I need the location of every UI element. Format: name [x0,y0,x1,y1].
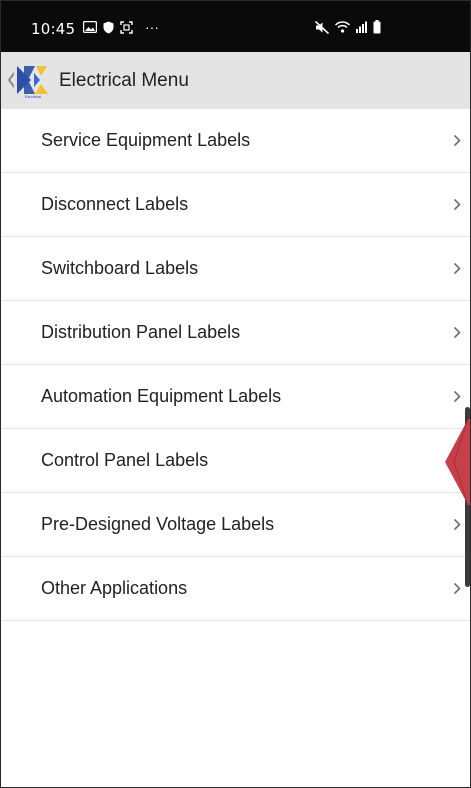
chevron-right-icon [453,198,461,211]
menu-item-pre-designed-voltage-labels[interactable]: Pre-Designed Voltage Labels [1,493,470,557]
menu-item-other-applications[interactable]: Other Applications [1,557,470,621]
logo-caption: Electrical [25,94,41,99]
gallery-icon [83,21,97,33]
menu-item-control-panel-labels[interactable]: Control Panel Labels [1,429,470,493]
menu-item-label: Control Panel Labels [41,450,209,470]
screenshot-icon [120,20,133,34]
menu-item-label: Other Applications [41,578,188,598]
chevron-right-icon [453,518,461,531]
menu-item-automation-equipment-labels[interactable]: Automation Equipment Labels [1,365,470,429]
chevron-right-icon [453,582,461,595]
menu-item-service-equipment-labels[interactable]: Service Equipment Labels [1,109,470,173]
battery-icon [373,20,381,34]
chevron-right-icon [453,262,461,275]
chevron-right-icon [453,134,461,147]
menu-item-label: Distribution Panel Labels [41,322,241,342]
app-bar: Electrical Electrical Menu [1,52,470,110]
edge-panel-handle[interactable] [444,419,471,505]
shield-icon [103,21,114,33]
menu-item-label: Service Equipment Labels [41,130,251,150]
chevron-right-icon [453,326,461,339]
status-icons-right [315,20,381,34]
menu-item-disconnect-labels[interactable]: Disconnect Labels [1,173,470,237]
mute-icon [315,20,329,34]
page-title: Electrical Menu [59,70,189,91]
electrical-menu-list: Service Equipment Labels Disconnect Labe… [1,109,470,621]
status-bar: 10:45 ··· [1,1,470,52]
status-time: 10:45 [31,20,76,38]
menu-item-distribution-panel-labels[interactable]: Distribution Panel Labels [1,301,470,365]
app-logo-icon: Electrical [14,61,52,99]
phone-screen: 10:45 ··· Electrical Electrical Menu Ser… [0,0,471,788]
menu-item-label: Switchboard Labels [41,258,199,278]
menu-item-label: Pre-Designed Voltage Labels [41,514,275,534]
menu-item-label: Disconnect Labels [41,194,189,214]
status-icons-left: ··· [83,19,159,35]
signal-icon [356,21,367,33]
wifi-icon [335,21,350,33]
menu-item-switchboard-labels[interactable]: Switchboard Labels [1,237,470,301]
chevron-right-icon [453,390,461,403]
menu-item-label: Automation Equipment Labels [41,386,282,406]
more-icon: ··· [145,19,159,35]
